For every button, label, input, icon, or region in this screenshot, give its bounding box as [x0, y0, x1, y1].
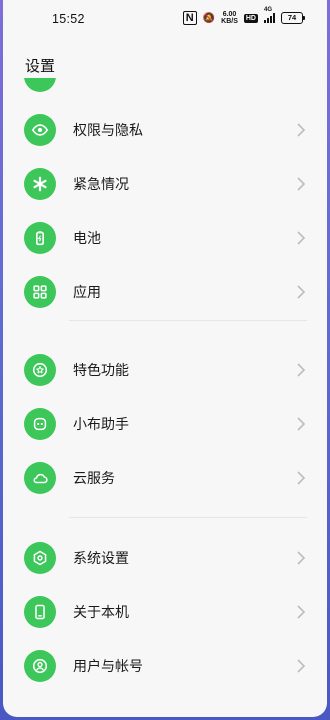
chevron-right-icon — [296, 363, 306, 377]
settings-item-label: 系统设置 — [73, 551, 129, 567]
settings-item-features[interactable]: 特色功能 — [3, 345, 327, 395]
settings-item-label: 关于本机 — [73, 605, 129, 621]
phone-icon — [24, 596, 56, 628]
partial-scrolled-icon — [24, 78, 56, 92]
section-divider — [69, 320, 307, 321]
settings-item-system[interactable]: 系统设置 — [3, 533, 327, 583]
settings-screen: 15:52 N 🔕 6.00 KB/S HD 4G 74 设置 权限与隐私 紧急… — [3, 0, 327, 717]
chevron-right-icon — [296, 471, 306, 485]
network-speed-unit: KB/S — [221, 18, 238, 25]
mute-bell-icon: 🔕 — [202, 12, 216, 24]
settings-item-label: 应用 — [73, 285, 101, 301]
hd-voice-icon: HD — [243, 13, 258, 23]
star-badge-icon — [24, 354, 56, 386]
section-divider — [69, 517, 307, 518]
chevron-right-icon — [296, 177, 306, 191]
cellular-signal-icon: 4G — [264, 7, 275, 23]
nfc-icon: N — [182, 11, 197, 25]
cloud-icon — [24, 462, 56, 494]
settings-item-assistant[interactable]: 小布助手 — [3, 399, 327, 449]
settings-item-label: 用户与帐号 — [73, 659, 143, 675]
settings-item-apps[interactable]: 应用 — [3, 267, 327, 317]
settings-item-accounts[interactable]: 用户与帐号 — [3, 641, 327, 691]
privacy-eye-icon — [24, 114, 56, 146]
chevron-right-icon — [296, 231, 306, 245]
settings-item-battery[interactable]: 电池 — [3, 213, 327, 263]
battery-icon — [24, 222, 56, 254]
chevron-right-icon — [296, 659, 306, 673]
user-icon — [24, 650, 56, 682]
status-bar: 15:52 N 🔕 6.00 KB/S HD 4G 74 — [3, 0, 327, 40]
chevron-right-icon — [296, 123, 306, 137]
status-icons: N 🔕 6.00 KB/S HD 4G 74 — [182, 7, 305, 25]
chevron-right-icon — [296, 285, 306, 299]
network-speed-value: 6.00 — [222, 11, 237, 18]
settings-item-label: 特色功能 — [73, 363, 129, 379]
assistant-icon — [24, 408, 56, 440]
settings-item-label: 电池 — [73, 231, 101, 247]
settings-item-about[interactable]: 关于本机 — [3, 587, 327, 637]
settings-item-emergency[interactable]: 紧急情况 — [3, 159, 327, 209]
settings-item-cloud[interactable]: 云服务 — [3, 453, 327, 503]
apps-grid-icon — [24, 276, 56, 308]
settings-item-label: 权限与隐私 — [73, 123, 143, 139]
status-time: 15:52 — [52, 12, 85, 26]
settings-item-privacy[interactable]: 权限与隐私 — [3, 105, 327, 155]
network-speed: 6.00 KB/S — [221, 11, 238, 25]
settings-item-label: 云服务 — [73, 471, 115, 487]
settings-item-label: 紧急情况 — [73, 177, 129, 193]
chevron-right-icon — [296, 605, 306, 619]
settings-item-label: 小布助手 — [73, 417, 129, 433]
chevron-right-icon — [296, 551, 306, 565]
page-title: 设置 — [25, 57, 56, 75]
battery-icon: 74 — [281, 12, 305, 24]
system-hexagon-icon — [24, 542, 56, 574]
signal-type-label: 4G — [264, 7, 273, 13]
emergency-asterisk-icon — [24, 168, 56, 200]
chevron-right-icon — [296, 417, 306, 431]
